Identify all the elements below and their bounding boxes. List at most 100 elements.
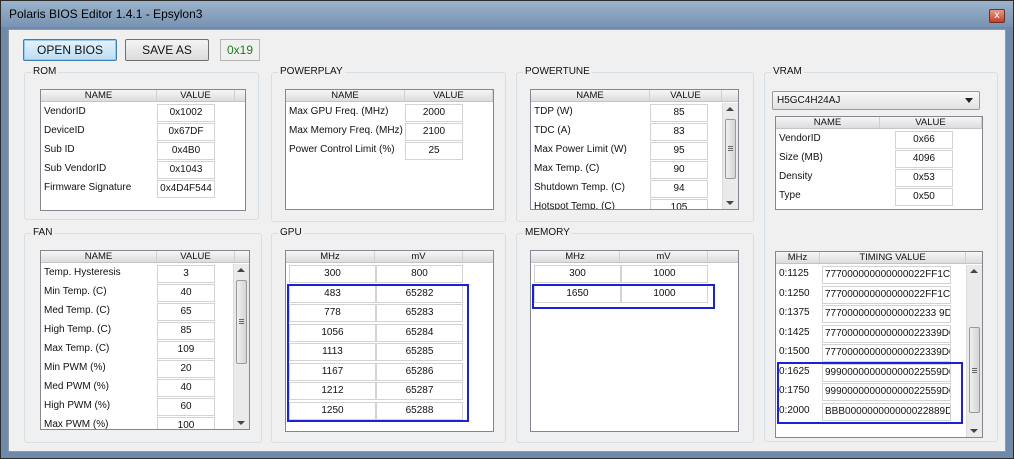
fan-value-field[interactable]: 40 xyxy=(157,284,215,302)
vram-value-field[interactable]: 0x66 xyxy=(895,131,953,149)
powertune-title: POWERTUNE xyxy=(523,66,592,77)
memory-mv-field[interactable]: 1000 xyxy=(621,265,708,283)
powertune-scroll-thumb[interactable] xyxy=(725,119,736,179)
vram-timings-grid: MHz TIMING VALUE 0:1125 77700000000000002… xyxy=(775,251,983,438)
rom-value-field[interactable]: 0x4B0 xyxy=(157,142,215,160)
rom-value-field[interactable]: 0x1043 xyxy=(157,161,215,179)
timing-value-field[interactable]: 777000000000000022FF1C0 xyxy=(822,266,951,284)
vram-title: VRAM xyxy=(771,66,804,77)
powertune-value-field[interactable]: 94 xyxy=(650,180,708,198)
fan-value-field[interactable]: 3 xyxy=(157,265,215,283)
grip-line xyxy=(239,323,244,324)
scroll-up-icon[interactable] xyxy=(237,268,245,272)
powertune-value-field[interactable]: 83 xyxy=(650,123,708,141)
vram-select-value: H5GC4H24AJ xyxy=(777,95,841,106)
grip-line xyxy=(728,148,733,149)
fan-row: Med PWM (%) 40 xyxy=(41,379,215,398)
gpu-mv-field[interactable]: 800 xyxy=(376,265,463,283)
fan-value-field[interactable]: 109 xyxy=(157,341,215,359)
rom-value-field[interactable]: 0x1002 xyxy=(157,104,215,122)
timing-value-field[interactable]: 777000000000000022339D0 xyxy=(822,324,951,343)
rom-header-name: NAME xyxy=(41,90,157,101)
rom-header: NAME VALUE xyxy=(41,90,245,102)
rom-name: DeviceID xyxy=(44,125,85,136)
fan-row: Temp. Hysteresis 3 xyxy=(41,265,215,284)
fan-value-field[interactable]: 40 xyxy=(157,379,215,397)
scroll-up-icon[interactable] xyxy=(726,107,734,111)
vram-name: Type xyxy=(779,190,801,201)
fan-value-field[interactable]: 100 xyxy=(157,417,215,429)
fan-name: Min PWM (%) xyxy=(44,362,106,373)
vram-value-field[interactable]: 4096 xyxy=(895,150,953,168)
powertune-name: Max Temp. (C) xyxy=(534,163,600,174)
fan-header-name: NAME xyxy=(41,251,157,262)
grip-line xyxy=(239,319,244,320)
timing-value-field[interactable]: 77700000000000002233 9D0 xyxy=(822,305,951,323)
powertune-name: TDC (A) xyxy=(534,125,571,136)
powerplay-value-field[interactable]: 2000 xyxy=(405,104,463,122)
vram-select[interactable]: H5GC4H24AJ xyxy=(772,91,980,110)
rom-value-field[interactable]: 0x67DF xyxy=(157,123,215,141)
save-as-button[interactable]: SAVE AS xyxy=(125,39,209,61)
timing-value-field[interactable]: 777000000000000022339D0 xyxy=(822,344,951,362)
scroll-down-icon[interactable] xyxy=(726,201,734,205)
timing-row: 0:1500 777000000000000022339D0 xyxy=(776,344,951,363)
fan-value-field[interactable]: 65 xyxy=(157,303,215,321)
scroll-up-icon[interactable] xyxy=(970,269,978,273)
fan-value-field[interactable]: 20 xyxy=(157,360,215,378)
timing-mhz: 0:1425 xyxy=(779,326,810,338)
close-button[interactable]: x xyxy=(989,9,1005,23)
fan-scrollbar[interactable] xyxy=(233,264,249,429)
timings-scroll-thumb[interactable] xyxy=(969,327,980,413)
fan-group: FAN NAME VALUE Temp. Hysteresis 3 Min Temp… xyxy=(24,227,262,443)
powertune-value-field[interactable]: 95 xyxy=(650,142,708,160)
rom-row: Firmware Signature 0x4D4F544 xyxy=(41,180,215,199)
vram-row: Density 0x53 xyxy=(776,169,953,188)
scroll-down-icon[interactable] xyxy=(970,429,978,433)
powerplay-title: POWERPLAY xyxy=(278,66,345,77)
powertune-value-field[interactable]: 85 xyxy=(650,104,708,122)
powerplay-name: Max GPU Freq. (MHz) xyxy=(289,106,389,117)
powerplay-header-name: NAME xyxy=(286,90,405,101)
memory-title: MEMORY xyxy=(523,227,572,238)
powertune-value-field[interactable]: 90 xyxy=(650,161,708,179)
memory-header-mv: mV xyxy=(620,251,708,262)
powerplay-header-value: VALUE xyxy=(405,90,493,101)
powerplay-row: Max Memory Freq. (MHz) 2100 xyxy=(286,123,463,142)
powertune-value-field[interactable]: 105 xyxy=(650,199,708,209)
title-bar[interactable]: Polaris BIOS Editor 1.4.1 - Epsylon3 x xyxy=(1,1,1013,27)
vram-name: Density xyxy=(779,171,813,182)
vram-value-field[interactable]: 0x53 xyxy=(895,169,953,187)
timing-mhz: 0:1500 xyxy=(779,346,810,357)
rom-row: DeviceID 0x67DF xyxy=(41,123,215,142)
gpu-row: 300 800 xyxy=(286,265,463,284)
timings-scrollbar[interactable] xyxy=(966,265,982,437)
open-bios-button[interactable]: OPEN BIOS xyxy=(23,39,117,61)
powertune-scrollbar[interactable] xyxy=(722,103,738,209)
fan-row: Min PWM (%) 20 xyxy=(41,360,215,379)
rom-value-field[interactable]: 0x4D4F544 xyxy=(157,180,215,198)
fan-value-field[interactable]: 85 xyxy=(157,322,215,340)
rom-name: Sub ID xyxy=(44,144,75,155)
powerplay-row: Max GPU Freq. (MHz) 2000 xyxy=(286,104,463,123)
window-title: Polaris BIOS Editor 1.4.1 - Epsylon3 xyxy=(9,7,203,21)
timings-header-mhz: MHz xyxy=(776,252,820,263)
vram-value-field[interactable]: 0x50 xyxy=(895,188,953,206)
vram-grid: NAME VALUE VendorID 0x66 Size (MB) 4096 Dens… xyxy=(775,116,983,210)
gpu-mhz-field[interactable]: 300 xyxy=(289,265,376,283)
powerplay-name: Max Memory Freq. (MHz) xyxy=(289,125,403,136)
memory-mhz-field[interactable]: 300 xyxy=(534,265,621,283)
rom-title: ROM xyxy=(31,66,59,77)
powerplay-header: NAME VALUE xyxy=(286,90,493,102)
powertune-row: Max Power Limit (W) 95 xyxy=(531,142,708,161)
powerplay-value-field[interactable]: 25 xyxy=(405,142,463,160)
scroll-down-icon[interactable] xyxy=(237,421,245,425)
grip-line xyxy=(239,321,244,322)
grip-line xyxy=(972,372,977,373)
powertune-row: Shutdown Temp. (C) 94 xyxy=(531,180,708,199)
fan-value-field[interactable]: 60 xyxy=(157,398,215,416)
timings-highlight xyxy=(777,362,963,424)
timing-value-field[interactable]: 777000000000000022FF1C0 xyxy=(822,285,951,304)
powerplay-value-field[interactable]: 2100 xyxy=(405,123,463,141)
fan-scroll-thumb[interactable] xyxy=(236,280,247,364)
